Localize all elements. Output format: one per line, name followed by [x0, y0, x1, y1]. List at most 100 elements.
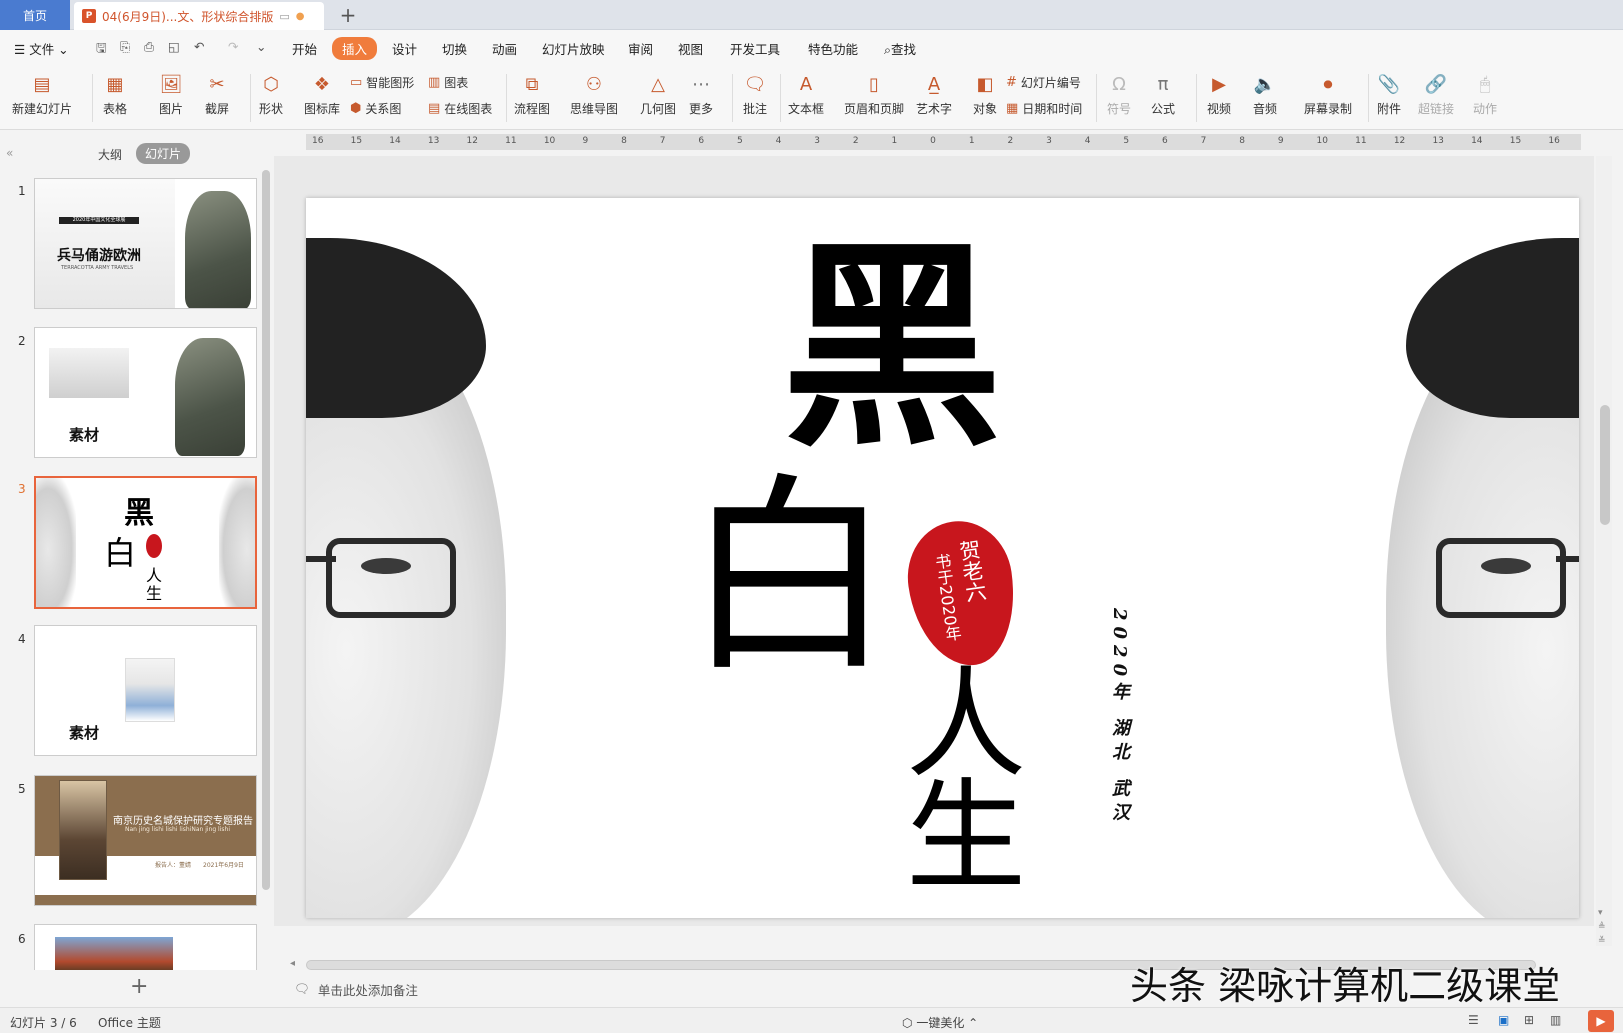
slide-thumbnail-4[interactable]: 素材 [34, 625, 257, 756]
export-icon[interactable]: ⎘ [120, 39, 130, 55]
notes-toggle-icon[interactable]: ☰ [1468, 1013, 1479, 1027]
slide-number-button[interactable]: # 幻灯片编号 [1006, 74, 1081, 91]
screenshot-label: 截屏 [204, 102, 229, 116]
tab-transition[interactable]: 切换 [442, 39, 467, 58]
ruler-tick-label: 12 [466, 136, 478, 146]
panel-scrollbar[interactable] [262, 170, 270, 890]
page-nav-icons[interactable]: ▾ ≜ ≚ [1598, 906, 1606, 948]
char-bai[interactable]: 白 [684, 473, 894, 683]
new-slide-button[interactable]: ▤ 新建幻灯片 [12, 72, 72, 117]
tab-view[interactable]: 视图 [678, 39, 703, 58]
char-hei[interactable]: 黑 [782, 238, 1002, 458]
online-chart-button[interactable]: ▤ 在线图表 [428, 100, 492, 117]
object-button[interactable]: ◧ 对象 [972, 72, 998, 117]
slide-thumbnail-5[interactable]: 南京历史名城保护研究专题报告 Nan jing lishi lishi lish… [34, 775, 257, 906]
textbox-button[interactable]: A 文本框 [788, 72, 824, 117]
preview-icon[interactable]: ◱ [168, 39, 180, 54]
seal-stamp[interactable]: 贺老六 书于2020年 [900, 514, 1024, 673]
textbox-label: 文本框 [788, 102, 825, 116]
symbol-button[interactable]: Ω 符号 [1106, 72, 1132, 117]
divider [732, 74, 733, 122]
new-tab-button[interactable]: + [336, 3, 360, 27]
smart-art-button[interactable]: ▭ 智能图形 [350, 74, 414, 91]
flowchart-icon: ⧉ [525, 73, 539, 95]
attachment-button[interactable]: 📎 附件 [1376, 72, 1402, 117]
chart-button[interactable]: ▥ 图表 [428, 74, 468, 91]
hyperlink-button[interactable]: 🔗 超链接 [1418, 72, 1454, 117]
tab-slideshow[interactable]: 幻灯片放映 [542, 39, 605, 58]
theme-name[interactable]: Office 主题 [98, 1014, 161, 1031]
ruler-tick-label: 16 [1548, 136, 1560, 146]
attachment-label: 附件 [1376, 102, 1401, 116]
add-slide-button[interactable]: + [130, 974, 148, 999]
speaker-icon: 🔈 [1253, 73, 1277, 95]
relation-button[interactable]: ⬢ 关系图 [350, 100, 401, 117]
beautify-button[interactable]: ⬡ 一键美化 ⌃ [902, 1014, 978, 1031]
tab-developer[interactable]: 开发工具 [730, 39, 780, 58]
flowchart-button[interactable]: ⧉ 流程图 [514, 72, 550, 117]
table-button[interactable]: ▦ 表格 [102, 72, 128, 117]
reading-view-icon[interactable]: ▥ [1550, 1013, 1561, 1027]
monitor-icon[interactable]: ▭ [279, 10, 289, 23]
tab-home[interactable]: 首页 [0, 0, 70, 30]
screenshot-button[interactable]: ✂ 截屏 [204, 72, 230, 117]
shape-button[interactable]: ⬡ 形状 [258, 72, 284, 117]
tab-outline[interactable]: 大纲 [98, 146, 122, 163]
icon-library-button[interactable]: ❖ 图标库 [304, 72, 340, 117]
tab-design[interactable]: 设计 [392, 39, 417, 58]
ruler-tick-label: 0 [930, 136, 936, 146]
normal-view-icon[interactable]: ▣ [1498, 1013, 1509, 1027]
search-button[interactable]: ⌕查找 [884, 39, 916, 58]
char-sheng[interactable]: 生 [906, 778, 1026, 898]
portrait-right-image [219, 478, 255, 607]
slide-thumbnail-1[interactable]: 2020年中国文化全球展 兵马俑游欧洲 TERRACOTTA ARMY TRAV… [34, 178, 257, 309]
new-slide-icon: ▤ [33, 73, 51, 95]
collapse-panel-icon[interactable]: « [6, 146, 13, 160]
tab-review[interactable]: 审阅 [628, 39, 653, 58]
geometry-button[interactable]: △ 几何图 [640, 72, 676, 117]
geometry-icon: △ [651, 73, 665, 95]
tab-slides[interactable]: 幻灯片 [136, 143, 191, 164]
formula-button[interactable]: π 公式 [1150, 72, 1176, 117]
file-menu[interactable]: ☰ 文件 ⌄ [14, 39, 69, 58]
search-icon: ⌕ [884, 42, 892, 57]
picture-button[interactable]: 🖼 图片 [158, 72, 184, 117]
sorter-view-icon[interactable]: ⊞ [1524, 1013, 1534, 1027]
pagoda-image [59, 780, 107, 880]
chart-label: 图表 [444, 76, 469, 90]
slide-thumbnail-2[interactable]: 素材 [34, 327, 257, 458]
action-button[interactable]: 🖱 动作 [1472, 72, 1498, 117]
scroll-left-icon[interactable]: ◂ [290, 958, 295, 969]
screen-record-button[interactable]: ⏺ 屏幕录制 [1304, 72, 1352, 117]
vertical-scroll-thumb[interactable] [1600, 405, 1610, 525]
slide-thumbnail-6[interactable] [34, 924, 257, 971]
screen-record-label: 屏幕录制 [1304, 102, 1353, 116]
customize-icon[interactable]: ⌄ [256, 39, 266, 54]
header-footer-button[interactable]: ▯ 页眉和页脚 [844, 72, 904, 117]
mindmap-button[interactable]: ⚇ 思维导图 [570, 72, 618, 117]
print-icon[interactable]: ⎙ [144, 39, 154, 55]
comment-button[interactable]: 🗨 批注 [742, 72, 768, 117]
redo-icon[interactable]: ↷ [228, 39, 238, 54]
tab-animation[interactable]: 动画 [492, 39, 517, 58]
play-slideshow-icon[interactable]: ▶ [1588, 1010, 1614, 1032]
tab-insert[interactable]: 插入 [332, 37, 378, 60]
slide-number-label: 幻灯片编号 [1020, 76, 1081, 90]
tab-start[interactable]: 开始 [292, 39, 317, 58]
notes-placeholder: 单击此处添加备注 [317, 982, 418, 998]
date-time-button[interactable]: ▦ 日期和时间 [1006, 100, 1082, 117]
slide-thumbnail-3[interactable]: 黑 白 人 生 [34, 476, 257, 609]
save-icon[interactable]: 🖫 [96, 39, 107, 60]
tab-document[interactable]: P 04(6月9日)...文、形状综合排版 ▭ ● [74, 2, 324, 30]
current-slide[interactable]: 黑 白 人 生 贺老六 书于2020年 2020年 湖北 武汉 [306, 198, 1579, 918]
wordart-button[interactable]: A̲ 艺术字 [916, 72, 952, 117]
more-button[interactable]: ⋯ 更多 [688, 72, 714, 117]
vertical-scrollbar[interactable] [1596, 156, 1612, 946]
tab-special[interactable]: 特色功能 [808, 39, 858, 58]
audio-button[interactable]: 🔈 音频 [1252, 72, 1278, 117]
ruler-tick-label: 6 [1162, 136, 1168, 146]
video-button[interactable]: ▶ 视频 [1206, 72, 1232, 117]
undo-icon[interactable]: ↶ [194, 39, 204, 54]
ruler-tick-label: 4 [775, 136, 782, 146]
vertical-place-text[interactable]: 2020年 湖北 武汉 [1106, 608, 1132, 827]
